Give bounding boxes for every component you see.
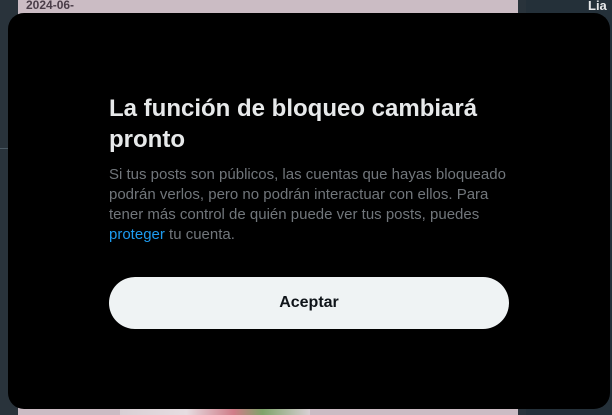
background-post-date: 2024-06- (26, 0, 75, 12)
dialog-description: Si tus posts son públicos, las cuentas q… (109, 165, 509, 245)
block-change-dialog: La función de bloqueo cambiará pronto Si… (8, 13, 610, 409)
dialog-title: La función de bloqueo cambiará pronto (109, 95, 478, 153)
description-text-before-link: Si tus posts son públicos, las cuentas q… (109, 166, 506, 223)
protect-account-link[interactable]: proteger (109, 226, 165, 243)
accept-button[interactable]: Aceptar (109, 277, 509, 329)
description-text-after-link: tu cuenta. (164, 226, 235, 243)
background-sidebar-label: Lia (588, 0, 607, 13)
dialog-content: La función de bloqueo cambiará pronto Si… (109, 93, 509, 245)
